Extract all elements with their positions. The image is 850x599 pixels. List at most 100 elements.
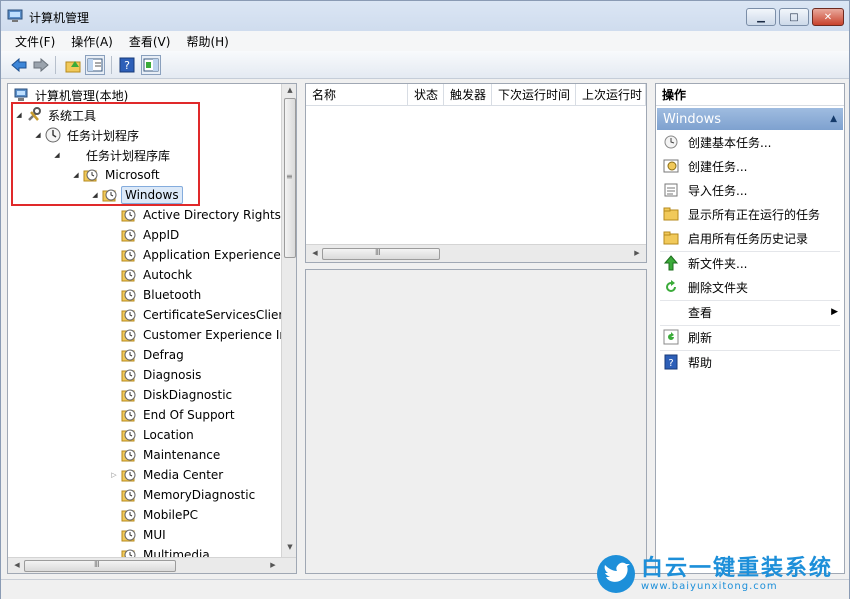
svg-text:?: ? xyxy=(124,59,130,72)
menu-view[interactable]: 查看(V) xyxy=(121,33,179,50)
tree-horizontal-scrollbar[interactable]: ◀ Ⅲ ▶ xyxy=(8,557,296,573)
tree-label: Defrag xyxy=(143,348,184,362)
action-view[interactable]: 查看 ▶ xyxy=(656,300,844,324)
close-button[interactable]: ✕ xyxy=(812,8,844,26)
tree-node-task-folder[interactable]: DiskDiagnostic xyxy=(109,385,235,405)
watermark-title: 白云一键重装系统 xyxy=(641,555,834,581)
tree-node-task-folder[interactable]: End Of Support xyxy=(109,405,238,425)
task-folder-icon xyxy=(121,229,136,242)
menu-action[interactable]: 操作(A) xyxy=(63,33,121,50)
tree-label: End Of Support xyxy=(143,408,235,422)
running-tasks-icon xyxy=(663,207,679,221)
scroll-down-icon[interactable]: ▼ xyxy=(283,543,296,551)
minimize-icon: ▁ xyxy=(757,11,765,23)
collapse-caret-icon[interactable]: ▲ xyxy=(830,114,837,124)
action-label: 启用所有任务历史记录 xyxy=(688,231,809,246)
action-label: 查看 xyxy=(688,305,713,320)
help-icon: ? xyxy=(664,354,678,370)
menu-file[interactable]: 文件(F) xyxy=(7,33,63,50)
column-header-trigger[interactable]: 触发器 xyxy=(444,84,492,106)
action-label: 刷新 xyxy=(688,330,713,345)
column-header-last-run[interactable]: 上次运行时 xyxy=(576,84,646,106)
minimize-button[interactable]: ▁ xyxy=(746,8,776,26)
action-label: 帮助 xyxy=(688,355,713,370)
maximize-button[interactable]: □ xyxy=(779,8,809,26)
task-folder-icon xyxy=(121,329,136,342)
create-basic-task-icon xyxy=(664,135,678,149)
grip-icon: ≡ xyxy=(286,172,293,181)
tree-label: Active Directory Rights xyxy=(143,208,281,222)
show-hide-action-pane-button[interactable] xyxy=(141,55,161,75)
action-show-running-tasks[interactable]: 显示所有正在运行的任务 xyxy=(656,202,844,226)
task-folder-icon xyxy=(121,209,136,222)
tree-label: DiskDiagnostic xyxy=(143,388,233,402)
tree-node-task-folder[interactable]: MUI xyxy=(109,525,169,545)
back-arrow-icon xyxy=(11,58,27,72)
delete-folder-icon xyxy=(666,280,676,292)
task-list-pane: 名称 状态 触发器 下次运行时间 上次运行时 ◀ Ⅲ ▶ xyxy=(305,83,647,263)
task-list-horizontal-scrollbar[interactable]: ◀ Ⅲ ▶ xyxy=(306,244,646,262)
collapse-arrow-icon[interactable]: ▷ xyxy=(109,471,119,479)
column-header-status[interactable]: 状态 xyxy=(408,84,444,106)
tree-label: MobilePC xyxy=(143,508,198,522)
action-create-basic-task[interactable]: 创建基本任务... xyxy=(656,130,844,154)
help-button[interactable]: ? xyxy=(117,55,137,75)
folder-icon xyxy=(663,231,679,245)
tree-node-task-folder[interactable]: Customer Experience In xyxy=(109,325,290,345)
column-header-name[interactable]: 名称 xyxy=(306,84,408,106)
tree-node-task-folder[interactable]: Location xyxy=(109,425,197,445)
green-up-arrow-icon xyxy=(663,255,679,271)
action-label: 创建基本任务... xyxy=(688,135,772,150)
grip-icon: Ⅲ xyxy=(375,248,381,257)
scroll-right-icon[interactable]: ▶ xyxy=(266,561,280,569)
action-import-task[interactable]: 导入任务... xyxy=(656,178,844,202)
task-folder-icon xyxy=(121,529,136,542)
scroll-thumb[interactable] xyxy=(322,248,440,260)
window-title: 计算机管理 xyxy=(29,11,90,25)
action-create-task[interactable]: 创建任务... xyxy=(656,154,844,178)
show-hide-tree-icon xyxy=(87,58,103,72)
tree-node-task-folder[interactable]: Application Experience xyxy=(109,245,284,265)
view-icon xyxy=(663,304,679,320)
scroll-left-icon[interactable]: ◀ xyxy=(308,249,322,257)
action-help[interactable]: ? 帮助 xyxy=(656,350,844,374)
tree-node-task-folder[interactable]: Defrag xyxy=(109,345,187,365)
column-header-next-run[interactable]: 下次运行时间 xyxy=(492,84,576,106)
scroll-up-icon[interactable]: ▲ xyxy=(283,86,296,94)
show-hide-tree-button[interactable] xyxy=(85,55,105,75)
forward-button[interactable] xyxy=(31,55,51,75)
tree-label: Media Center xyxy=(143,468,224,482)
watermark-url: www.baiyunxitong.com xyxy=(641,580,778,592)
tree-vertical-scrollbar[interactable]: ▲ ≡ ▼ xyxy=(281,84,296,557)
scroll-right-icon[interactable]: ▶ xyxy=(630,249,644,257)
tree-node-task-folder[interactable]: Active Directory Rights xyxy=(109,205,284,225)
up-folder-icon xyxy=(65,61,81,73)
tree-node-task-folder[interactable]: MemoryDiagnostic xyxy=(109,485,258,505)
task-folder-icon xyxy=(121,269,136,282)
actions-group-windows[interactable]: Windows ▲ xyxy=(657,108,843,130)
computer-management-window: 计算机管理 ▁ □ ✕ 文件(F) 操作(A) 查看(V) 帮助(H) ? 计算… xyxy=(0,0,850,599)
task-folder-icon xyxy=(121,289,136,302)
action-enable-history[interactable]: 启用所有任务历史记录 xyxy=(656,226,844,250)
tree-label: Bluetooth xyxy=(143,288,202,302)
tree-label: Autochk xyxy=(143,268,193,282)
tree-node-task-folder[interactable]: MobilePC xyxy=(109,505,201,525)
computer-management-icon xyxy=(7,9,23,22)
menu-help[interactable]: 帮助(H) xyxy=(178,33,236,50)
forward-arrow-icon xyxy=(33,58,49,72)
tree-node-task-folder[interactable]: CertificateServicesClien xyxy=(109,305,289,325)
tree-node-task-folder[interactable]: AppID xyxy=(109,225,182,245)
tree-node-task-folder[interactable]: Diagnosis xyxy=(109,365,204,385)
tree-node-task-folder[interactable]: Bluetooth xyxy=(109,285,204,305)
scroll-left-icon[interactable]: ◀ xyxy=(10,561,24,569)
task-folder-icon xyxy=(121,409,136,422)
tree-node-task-folder[interactable]: Autochk xyxy=(109,265,195,285)
action-refresh[interactable]: 刷新 xyxy=(656,325,844,349)
action-new-folder[interactable]: 新文件夹... xyxy=(656,251,844,275)
up-level-button[interactable] xyxy=(63,55,83,75)
action-delete-folder[interactable]: 删除文件夹 xyxy=(656,275,844,299)
tree-node-task-folder[interactable]: Maintenance xyxy=(109,445,223,465)
scroll-thumb[interactable] xyxy=(24,560,176,572)
tree-node-task-folder[interactable]: ▷ Media Center xyxy=(109,465,226,485)
back-button[interactable] xyxy=(9,55,29,75)
